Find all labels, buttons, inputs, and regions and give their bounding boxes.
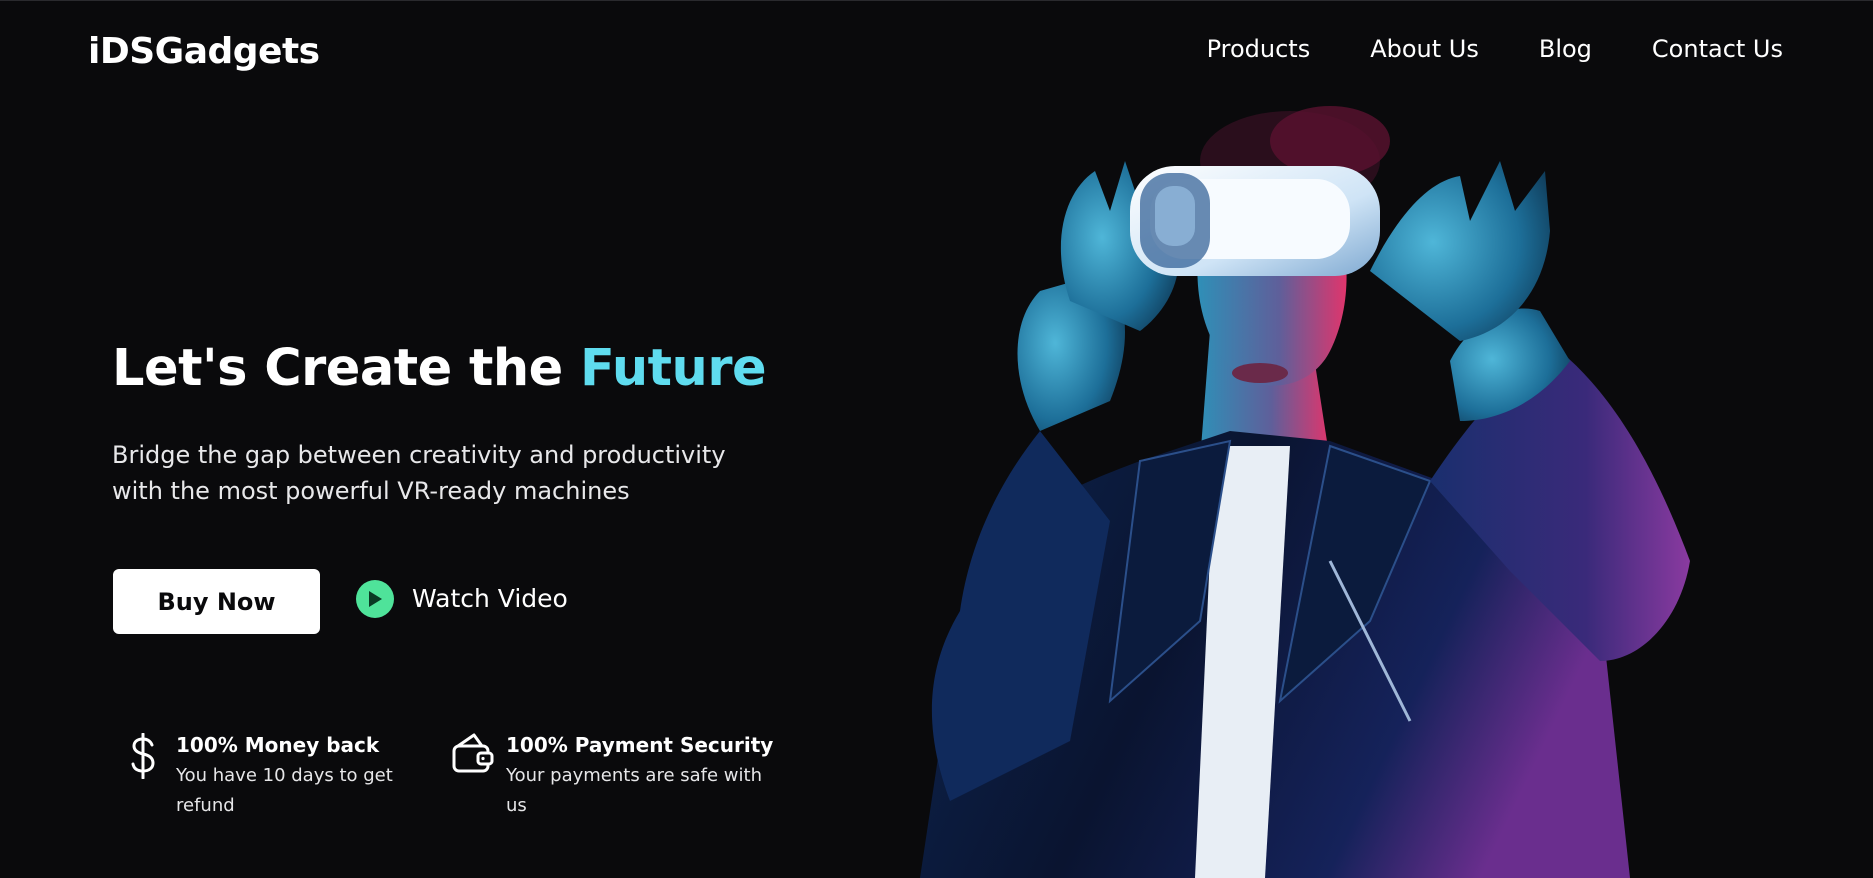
nav-item-products[interactable]: Products (1207, 33, 1311, 65)
feature-text: 100% Money back You have 10 days to get … (176, 731, 396, 821)
hero-subtitle: Bridge the gap between creativity and pr… (112, 441, 726, 505)
buy-now-button[interactable]: Buy Now (113, 569, 320, 634)
wallet-icon (450, 731, 496, 821)
watch-video-label[interactable]: Watch Video (412, 579, 568, 619)
dollar-icon (120, 731, 166, 821)
play-icon[interactable] (356, 580, 394, 618)
feature-money-back: 100% Money back You have 10 days to get … (120, 731, 396, 821)
vr-headset-person-image (810, 101, 1770, 878)
feature-title: 100% Money back (176, 733, 380, 757)
feature-description: Your payments are safe with us (506, 765, 762, 816)
feature-description: You have 10 days to get refund (176, 765, 393, 816)
watch-video-link[interactable]: Watch Video (356, 579, 568, 619)
feature-text: 100% Payment Security Your payments are … (506, 731, 776, 821)
brand-logo[interactable]: iDSGadgets (88, 31, 320, 72)
hero-title-main: Let's Create the (112, 339, 581, 398)
feature-title: 100% Payment Security (506, 733, 774, 757)
feature-payment-security: 100% Payment Security Your payments are … (450, 731, 776, 821)
nav-item-contact-us[interactable]: Contact Us (1652, 33, 1783, 65)
nav-item-blog[interactable]: Blog (1539, 33, 1592, 65)
main-nav: Products About Us Blog Contact Us (1207, 33, 1783, 65)
hero-title-accent: Future (580, 339, 767, 398)
landing-page: iDSGadgets Products About Us Blog Contac… (0, 0, 1873, 878)
hero-title: Let's Create the Future (112, 337, 767, 401)
nav-item-about-us[interactable]: About Us (1370, 33, 1479, 65)
